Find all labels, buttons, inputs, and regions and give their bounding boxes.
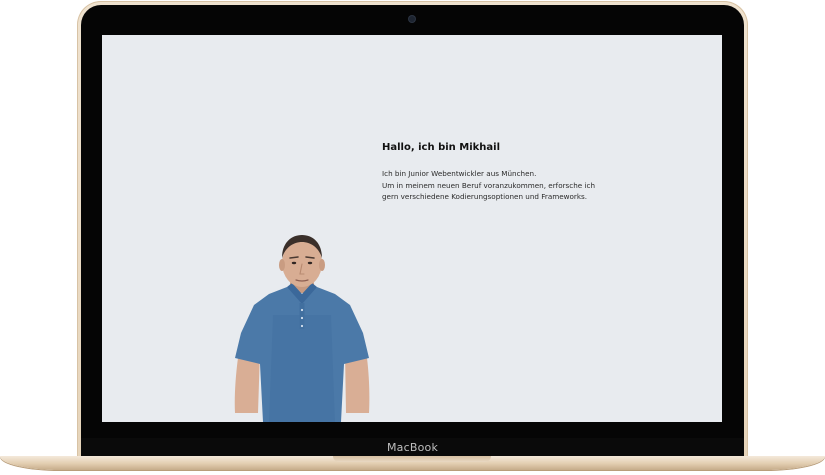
shirt-button <box>300 324 304 328</box>
intro-line: gern verschiedene Kodierungsoptionen und… <box>382 192 588 201</box>
person-right-ear <box>319 259 325 271</box>
laptop-mockup: Hallo, ich bin Mikhail Ich bin Junior We… <box>0 0 825 475</box>
intro-line: Um in meinem neuen Beruf voranzukommen, … <box>382 180 596 190</box>
shirt-button <box>300 316 304 320</box>
intro-paragraph: Ich bin Junior Webentwickler aus München… <box>382 168 682 203</box>
base-notch <box>333 456 491 462</box>
shirt-button <box>300 308 304 312</box>
person-left-eye <box>291 261 297 265</box>
person-right-eyebrow <box>305 256 315 259</box>
person-left-ear <box>279 259 285 271</box>
webcam-icon <box>409 16 415 22</box>
page-title: Hallo, ich bin Mikhail <box>382 142 501 153</box>
brand-label: MacBook <box>386 441 439 454</box>
website-screen: Hallo, ich bin Mikhail Ich bin Junior We… <box>102 35 722 422</box>
shirt-shadow <box>269 315 335 422</box>
profile-photo <box>234 235 370 422</box>
person-left-eyebrow <box>289 256 299 259</box>
intro-section: Hallo, ich bin Mikhail Ich bin Junior We… <box>382 141 682 203</box>
person-right-eye <box>307 261 313 265</box>
intro-line: Ich bin Junior Webentwickler aus München… <box>382 169 537 178</box>
